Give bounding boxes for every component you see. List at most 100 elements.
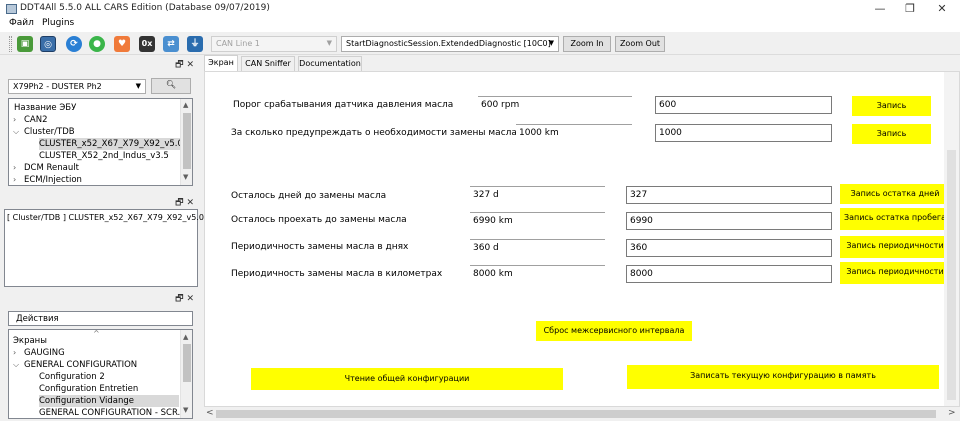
value-input[interactable]: 327 bbox=[626, 186, 832, 204]
sort-indicator-icon: ^ bbox=[93, 329, 100, 338]
value-input[interactable]: 1000 bbox=[655, 124, 832, 142]
field-label: Осталось проехать до замены масла bbox=[231, 215, 407, 225]
session-select[interactable]: StartDiagnosticSession.ExtendedDiagnosti… bbox=[341, 36, 559, 52]
tree-item-label: GENERAL CONFIGURATION - SCR... bbox=[39, 408, 186, 418]
chevron-down-icon: ▼ bbox=[326, 39, 332, 47]
write-button[interactable]: Запись периодичности bbox=[840, 262, 950, 284]
scroll-left-icon[interactable]: < bbox=[206, 408, 214, 418]
actions-panel-header[interactable]: 🗗 ✕ bbox=[4, 291, 198, 305]
tab-screen[interactable]: Экран bbox=[204, 55, 238, 71]
current-value: 1000 km bbox=[516, 124, 632, 142]
tab-documentation[interactable]: Documentation bbox=[298, 56, 362, 71]
selected-ecu-item[interactable]: [ Cluster/TDB ] CLUSTER_x52_X67_X79_X92_… bbox=[7, 213, 204, 222]
chevron-right-icon[interactable]: › bbox=[13, 114, 24, 126]
value-input[interactable]: 360 bbox=[626, 239, 832, 257]
tree-item[interactable]: GENERAL CONFIGURATION - SCR... bbox=[39, 407, 186, 418]
tree-item[interactable]: › GAUGING bbox=[13, 347, 65, 359]
field-label: Порог срабатывания датчика давления масл… bbox=[233, 100, 454, 110]
tree-item[interactable]: › ECM/Injection bbox=[13, 174, 82, 185]
tree-item-label: Cluster/TDB bbox=[24, 127, 75, 137]
write-button[interactable]: Запись остатка пробега bbox=[840, 208, 950, 230]
write-button[interactable]: Запись bbox=[852, 124, 931, 144]
tree-item[interactable]: › DCM Renault bbox=[13, 162, 79, 174]
search-icon: 🔍︎ bbox=[165, 80, 177, 89]
plug-icon[interactable]: ⏚ bbox=[187, 36, 203, 52]
zoom-in-button[interactable]: Zoom In bbox=[563, 36, 611, 52]
refresh-icon[interactable]: ⟳ bbox=[66, 36, 82, 52]
write-button[interactable]: Запись bbox=[852, 96, 931, 116]
session-value: StartDiagnosticSession.ExtendedDiagnosti… bbox=[346, 39, 551, 48]
tree-item[interactable]: › CAN2 bbox=[13, 114, 48, 126]
tree-item[interactable]: CLUSTER_X52_2nd_Indus_v3.5 bbox=[39, 150, 169, 162]
value-input[interactable]: 6990 bbox=[626, 212, 832, 230]
close-button[interactable]: ✕ bbox=[922, 0, 960, 17]
can-line-value: CAN Line 1 bbox=[216, 39, 260, 48]
selected-ecu-list: [ Cluster/TDB ] CLUSTER_x52_X67_X79_X92_… bbox=[4, 209, 204, 287]
menu-plugins[interactable]: Plugins bbox=[42, 18, 74, 28]
scroll-up-icon[interactable]: ▲ bbox=[183, 101, 188, 109]
tree-item-label: Configuration 2 bbox=[39, 372, 105, 382]
tree-item[interactable]: ⌵ GENERAL CONFIGURATION bbox=[13, 359, 137, 371]
actions-label: Действия bbox=[8, 311, 193, 326]
chevron-right-icon[interactable]: › bbox=[13, 347, 24, 359]
write-configuration-button[interactable]: Записать текущую конфигурацию в память bbox=[627, 365, 939, 389]
record-icon[interactable]: ● bbox=[89, 36, 105, 52]
ecu-tree-scrollbar[interactable]: ▲ ▼ bbox=[180, 99, 192, 185]
tree-item[interactable]: Configuration Vidange bbox=[39, 395, 179, 407]
toolbar: ▣ ◎ ⟳ ● ♥ 0x ⇄ ⏚ CAN Line 1 ▼ StartDiagno… bbox=[0, 32, 960, 55]
chevron-right-icon[interactable]: › bbox=[13, 174, 24, 185]
heart-icon[interactable]: ♥ bbox=[114, 36, 130, 52]
connect-icon[interactable]: ▣ bbox=[17, 36, 33, 52]
scroll-down-icon[interactable]: ▼ bbox=[183, 406, 188, 414]
screens-tree: Экраны ^ › GAUGING ⌵ GENERAL CONFIGURATION C… bbox=[8, 329, 193, 419]
field-label: За сколько предупреждать о необходимости… bbox=[231, 128, 517, 138]
ecu-tree-header: Название ЭБУ bbox=[14, 103, 77, 113]
tree-item-label: CLUSTER_X52_2nd_Indus_v3.5 bbox=[39, 151, 169, 161]
tree-item-label: ECM/Injection bbox=[24, 175, 82, 185]
tree-item[interactable]: ⌵ Cluster/TDB bbox=[13, 126, 75, 138]
chevron-down-icon[interactable]: ⌵ bbox=[13, 126, 24, 138]
scroll-up-icon[interactable]: ▲ bbox=[183, 333, 188, 341]
field-label: Периодичность замены масла в днях bbox=[231, 242, 409, 252]
vehicle-value: X79Ph2 - DUSTER Ph2 bbox=[13, 82, 102, 91]
current-value: 8000 km bbox=[470, 265, 605, 283]
scroll-right-icon[interactable]: > bbox=[948, 408, 956, 418]
vehicle-select[interactable]: X79Ph2 - DUSTER Ph2 ▼ bbox=[8, 79, 146, 94]
write-button[interactable]: Запись остатка дней bbox=[840, 184, 950, 204]
content-vscroll-thumb[interactable] bbox=[947, 150, 956, 400]
ecu-scan-icon[interactable]: ◎ bbox=[40, 36, 56, 52]
tree-item-label: CLUSTER_x52_X67_X79_X92_v5.0 bbox=[39, 139, 183, 149]
chevron-right-icon[interactable]: › bbox=[13, 162, 24, 174]
scroll-down-icon[interactable]: ▼ bbox=[183, 173, 188, 181]
scrollbar-thumb[interactable] bbox=[183, 113, 191, 169]
current-value: 600 rpm bbox=[478, 96, 632, 114]
scrollbar-thumb[interactable] bbox=[183, 344, 191, 382]
zoom-out-button[interactable]: Zoom Out bbox=[615, 36, 665, 52]
ecu-tree: Название ЭБУ › CAN2 ⌵ Cluster/TDB CLUSTER_x5… bbox=[8, 98, 193, 186]
tree-item[interactable]: Configuration Entretien bbox=[39, 383, 138, 395]
write-button[interactable]: Запись периодичности bbox=[840, 236, 950, 258]
selected-ecu-panel-header[interactable]: 🗗 ✕ bbox=[4, 195, 198, 209]
current-value: 6990 km bbox=[470, 212, 605, 230]
menu-bar: Файл Plugins bbox=[0, 17, 960, 32]
can-line-select[interactable]: CAN Line 1 ▼ bbox=[211, 36, 337, 52]
network-icon[interactable]: ⇄ bbox=[163, 36, 179, 52]
tree-item-label: GENERAL CONFIGURATION bbox=[24, 360, 138, 370]
value-input[interactable]: 8000 bbox=[626, 265, 832, 283]
chevron-down-icon: ▼ bbox=[135, 82, 141, 90]
vehicle-panel-header[interactable]: 🗗 ✕ bbox=[4, 57, 198, 71]
read-configuration-button[interactable]: Чтение общей конфигурации bbox=[251, 368, 563, 390]
chevron-down-icon[interactable]: ⌵ bbox=[13, 359, 24, 371]
menu-file[interactable]: Файл bbox=[9, 18, 34, 28]
tab-can-sniffer[interactable]: CAN Sniffer bbox=[241, 56, 295, 71]
value-input[interactable]: 600 bbox=[655, 96, 832, 114]
window-title: DDT4All 5.5.0 ALL CARS Edition (Database… bbox=[20, 3, 270, 13]
screens-tree-scrollbar[interactable]: ▲ ▼ bbox=[180, 330, 192, 418]
hscroll-thumb[interactable] bbox=[216, 410, 936, 418]
field-label: Периодичность замены масла в километрах bbox=[231, 269, 443, 279]
tree-item[interactable]: Configuration 2 bbox=[39, 371, 105, 383]
reset-service-interval-button[interactable]: Сброс межсервисного интервала bbox=[536, 321, 692, 341]
search-ecu-button[interactable]: 🔍︎ bbox=[151, 78, 191, 94]
hex-icon[interactable]: 0x bbox=[139, 36, 155, 52]
tree-item[interactable]: CLUSTER_x52_X67_X79_X92_v5.0 bbox=[39, 138, 189, 150]
